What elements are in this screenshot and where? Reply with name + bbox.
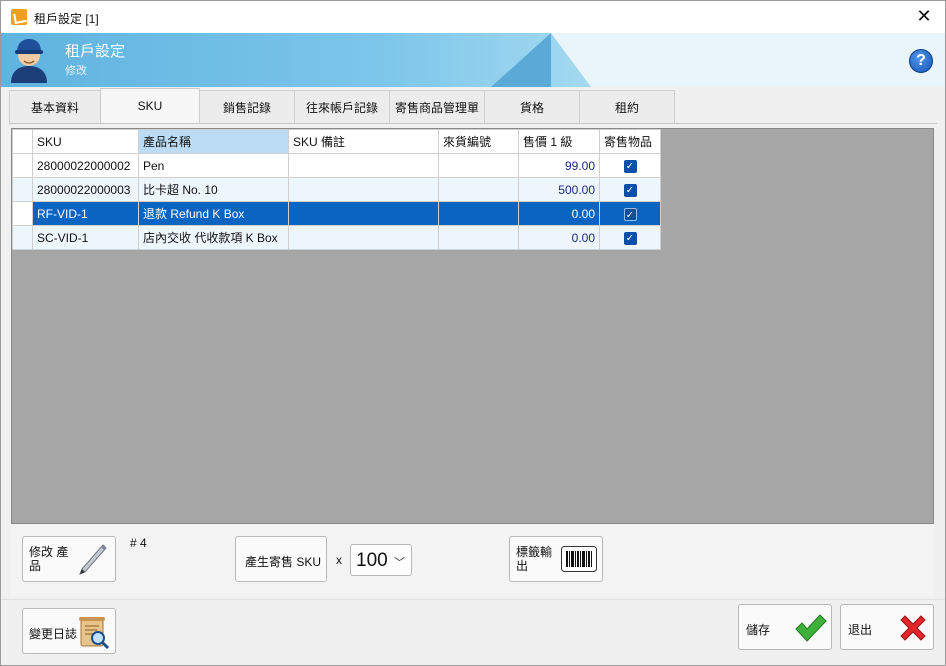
cell-price[interactable]: 99.00 [518,153,600,178]
cell-sku[interactable]: SC-VID-1 [32,225,139,250]
user-avatar-icon [11,39,47,83]
close-icon[interactable]: ✕ [915,7,933,25]
change-log-label: 變更日誌 [29,627,78,641]
cell-ref-no[interactable] [438,201,519,226]
edit-product-button[interactable]: 修改 產 品 [22,536,116,582]
cell-sku-note[interactable] [288,177,439,202]
table-row[interactable]: 28000022000002 Pen 99.00 ✓ [12,153,661,178]
consignment-checkbox[interactable]: ✓ [623,207,637,221]
save-label: 儲存 [746,623,771,637]
tab-shelf[interactable]: 貨格 [484,90,580,123]
column-header-sku[interactable]: SKU [32,129,139,154]
banner-subtitle: 修改 [65,65,87,77]
label-output-label-line1: 標籤輸 [516,545,553,559]
column-header-ref-no[interactable]: 來貨編號 [438,129,519,154]
consignment-checkbox[interactable]: ✓ [623,159,637,173]
row-selector[interactable] [12,225,33,250]
change-log-button[interactable]: 變更日誌 [22,608,116,654]
chevron-down-icon: ﹀ [394,557,405,569]
edit-product-label-line2: 品 [29,559,42,573]
multiplier-label: x [336,553,342,567]
table-row[interactable]: SC-VID-1 店內交收 代收款項 K Box 0.00 ✓ [12,225,661,250]
cell-ref-no[interactable] [438,177,519,202]
tab-bar: 基本資料 SKU 銷售記錄 往來帳戶記錄 寄售商品管理單 貨格 租約 [9,88,675,124]
tab-sales-records[interactable]: 銷售記錄 [199,90,295,123]
record-count: # 4 [130,536,147,550]
cell-price[interactable]: 0.00 [518,201,600,226]
quantity-select[interactable]: 100 ﹀ [350,544,412,576]
cell-product-name[interactable]: Pen [138,153,289,178]
cell-sku-note[interactable] [288,201,439,226]
row-selector-header [12,129,33,154]
cell-product-name[interactable]: 店內交收 代收款項 K Box [138,225,289,250]
cell-price[interactable]: 500.00 [518,177,600,202]
cell-consignment[interactable]: ✓ [599,225,661,250]
tab-basic-info[interactable]: 基本資料 [9,90,101,123]
title-bar: 租戶設定 [1] ✕ [1,1,945,33]
cell-sku-note[interactable] [288,153,439,178]
window-title: 租戶設定 [1] [34,12,99,26]
cell-sku[interactable]: RF-VID-1 [32,201,139,226]
row-selector[interactable] [12,153,33,178]
generate-consignment-sku-button[interactable]: 產生寄售 SKU [235,536,327,582]
tab-lease[interactable]: 租約 [579,90,675,123]
cell-product-name[interactable]: 比卡超 No. 10 [138,177,289,202]
label-output-label-line2: 出 [516,559,529,573]
barcode-icon [561,546,597,572]
grid-header-row: SKU 產品名稱 SKU 備註 來貨編號 售價 1 級 寄售物品 [12,129,661,154]
column-header-sku-note[interactable]: SKU 備註 [288,129,439,154]
tab-sku[interactable]: SKU [100,88,200,123]
cell-sku[interactable]: 28000022000003 [32,177,139,202]
consignment-checkbox[interactable]: ✓ [623,231,637,245]
log-scroll-icon [79,617,110,650]
cell-consignment[interactable]: ✓ [599,177,661,202]
consignment-checkbox[interactable]: ✓ [623,183,637,197]
action-panel [11,525,934,597]
column-header-price-1[interactable]: 售價 1 級 [518,129,600,154]
edit-product-label-line1: 修改 產 [29,545,69,559]
tab-consignment-management[interactable]: 寄售商品管理單 [389,90,485,123]
cell-sku-note[interactable] [288,225,439,250]
quantity-value: 100 [356,550,388,571]
header-banner: 租戶設定 修改 ? [1,33,945,87]
app-icon [11,9,27,25]
row-selector[interactable] [12,177,33,202]
tenant-settings-window: 租戶設定 [1] ✕ 租戶設定 修改 ? 基本資料 SKU 銷售記錄 往來帳戶記… [0,0,946,666]
checkmark-icon [795,614,827,642]
pen-icon [79,544,107,575]
tab-account-records[interactable]: 往來帳戶記錄 [294,90,390,123]
generate-consignment-sku-label: 產生寄售 SKU [245,555,322,569]
cell-consignment[interactable]: ✓ [599,153,661,178]
help-icon[interactable]: ? [909,49,933,73]
sku-grid-area: SKU 產品名稱 SKU 備註 來貨編號 售價 1 級 寄售物品 2800002… [11,128,934,524]
sku-grid: SKU 產品名稱 SKU 備註 來貨編號 售價 1 級 寄售物品 2800002… [12,129,661,250]
label-output-button[interactable]: 標籤輸 出 [509,536,603,582]
close-red-icon [900,615,926,641]
exit-label: 退出 [848,623,873,637]
cell-sku[interactable]: 28000022000002 [32,153,139,178]
banner-title: 租戶設定 [65,43,126,60]
cell-consignment[interactable]: ✓ [599,201,661,226]
exit-button[interactable]: 退出 [840,604,934,650]
cell-price[interactable]: 0.00 [518,225,600,250]
column-header-consignment[interactable]: 寄售物品 [599,129,661,154]
table-row[interactable]: 28000022000003 比卡超 No. 10 500.00 ✓ [12,177,661,202]
cell-ref-no[interactable] [438,153,519,178]
table-row-selected[interactable]: RF-VID-1 退款 Refund K Box 0.00 ✓ [12,201,661,226]
row-selector[interactable] [12,201,33,226]
cell-ref-no[interactable] [438,225,519,250]
cell-product-name[interactable]: 退款 Refund K Box [138,201,289,226]
save-button[interactable]: 儲存 [738,604,832,650]
column-header-product-name[interactable]: 產品名稱 [138,129,289,154]
